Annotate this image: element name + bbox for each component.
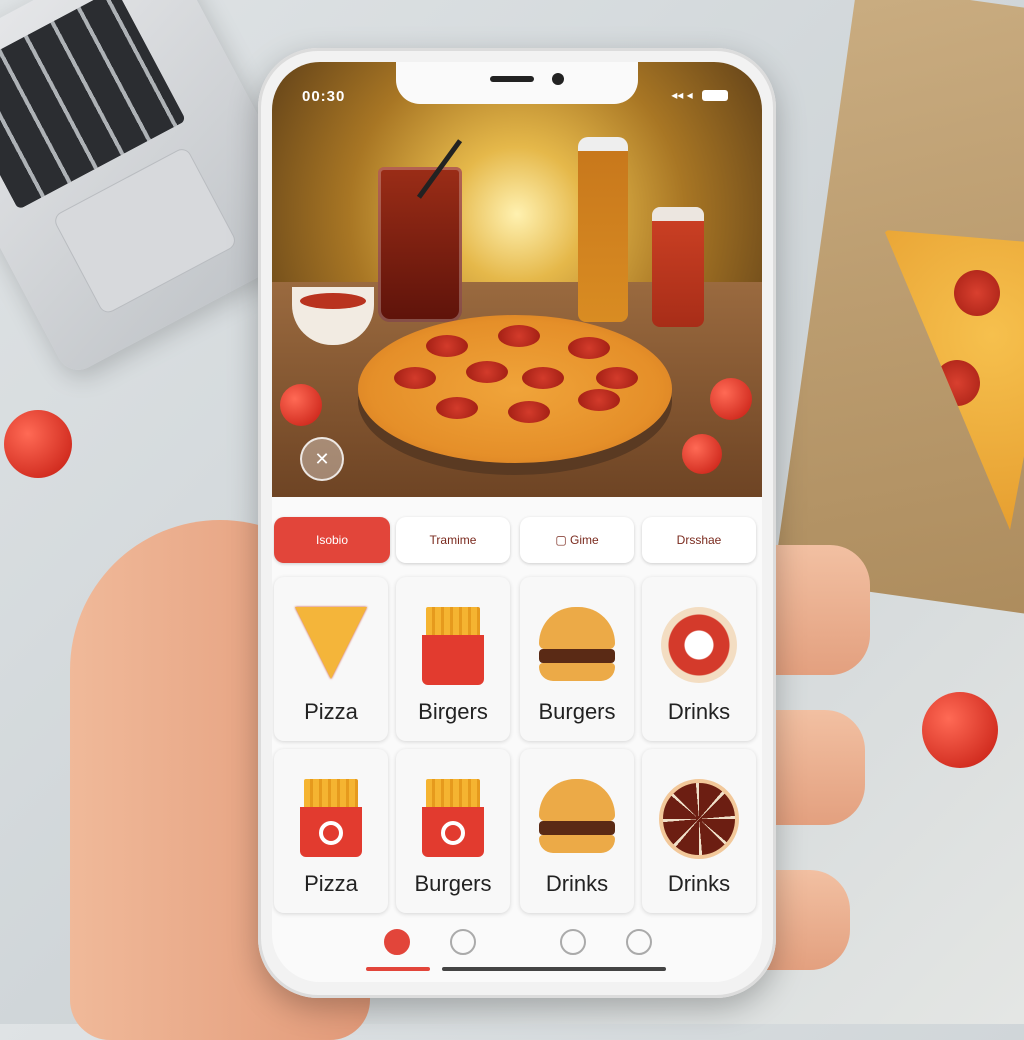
pepperoni: [508, 401, 550, 423]
cherry-tomato: [710, 378, 752, 420]
menu-card-pizza-2[interactable]: Pizza: [274, 749, 388, 913]
burger-icon: [539, 607, 615, 683]
juice-bottle: [578, 137, 628, 322]
fries-icon: [294, 779, 368, 857]
cherry-tomato: [922, 692, 998, 768]
menu-card-drinks-2[interactable]: Drinks: [520, 749, 634, 913]
cherry-tomato: [280, 384, 322, 426]
tab-isobio[interactable]: Isobio: [274, 517, 390, 563]
signal-icon: ◂◂ ◂: [671, 88, 693, 102]
menu-card-label: Drinks: [545, 871, 609, 896]
active-indicator: [366, 967, 430, 971]
pepperoni: [596, 367, 638, 389]
close-button[interactable]: ✕: [300, 437, 344, 481]
menu-card-label: Drinks: [667, 699, 731, 724]
speaker: [490, 76, 534, 82]
pizza-slice-icon: [295, 607, 367, 679]
sauce-jar: [652, 207, 704, 327]
menu-card-label: Burgers: [538, 699, 616, 724]
menu-card-label: Pizza: [304, 699, 358, 724]
tab-drsshae[interactable]: Drsshae: [642, 517, 756, 563]
pepperoni: [954, 270, 1000, 316]
tab-tramime[interactable]: Tramime: [396, 517, 510, 563]
orders-icon[interactable]: [560, 929, 586, 955]
front-camera: [552, 73, 564, 85]
pepperoni: [466, 361, 508, 383]
status-time: 00:30: [302, 88, 346, 105]
menu-card-drinks[interactable]: Drinks: [642, 577, 756, 741]
fries-icon: [416, 779, 490, 857]
menu-card-birgers[interactable]: Birgers: [396, 577, 510, 741]
cherry-tomato: [682, 434, 722, 474]
notch: [396, 62, 638, 104]
tab-gime[interactable]: ▢ Gime: [520, 517, 634, 563]
menu-card-pizza[interactable]: Pizza: [274, 577, 388, 741]
burger-icon: [539, 779, 615, 855]
pepperoni: [426, 335, 468, 357]
status-icons: ◂◂ ◂: [671, 88, 728, 102]
home-icon[interactable]: [384, 929, 410, 955]
home-indicator: [442, 967, 666, 971]
search-icon[interactable]: [450, 929, 476, 955]
pepperoni-pizza: [358, 315, 672, 463]
hero-image: ✕: [272, 62, 762, 497]
pepperoni: [436, 397, 478, 419]
pepperoni: [522, 367, 564, 389]
menu-card-label: Burgers: [414, 871, 492, 896]
menu-card-label: Pizza: [304, 871, 358, 896]
menu-card-label: Drinks: [667, 871, 731, 896]
battery-icon: [702, 90, 728, 102]
pepperoni: [394, 367, 436, 389]
menu-card-burgers[interactable]: Burgers: [520, 577, 634, 741]
fries-icon: [416, 607, 490, 685]
gime-icon: ▢: [555, 533, 570, 547]
category-tabs: Isobio Tramime ▢ Gime Drsshae: [272, 517, 762, 567]
pepperoni: [498, 325, 540, 347]
menu-card-burgers-2[interactable]: Burgers: [396, 749, 510, 913]
wheel-icon: [659, 779, 739, 859]
pepperoni: [568, 337, 610, 359]
pepperoni: [578, 389, 620, 411]
drink-icon: [661, 607, 737, 683]
menu-card-drinks-3[interactable]: Drinks: [642, 749, 756, 913]
tab-gime-label: Gime: [570, 533, 599, 547]
close-icon: ✕: [314, 449, 330, 469]
cherry-tomato: [4, 410, 72, 478]
menu-card-label: Birgers: [418, 699, 488, 724]
bottom-nav: [272, 917, 762, 977]
phone-screen: ✕ 00:30 ◂◂ ◂ Isobio Tramime ▢ Gime Drssh…: [272, 62, 762, 982]
profile-icon[interactable]: [626, 929, 652, 955]
